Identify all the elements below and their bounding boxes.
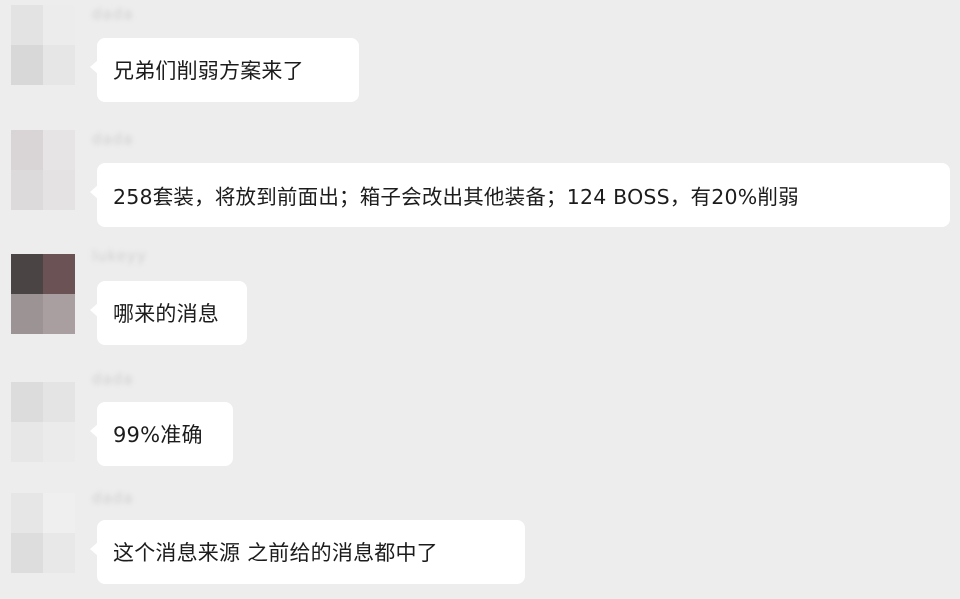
chat-message: lukeyy 哪来的消息 (0, 244, 960, 348)
avatar[interactable] (11, 254, 75, 334)
avatar-tile (43, 130, 75, 170)
chat-message: dada 兄弟们削弱方案来了 (0, 2, 960, 106)
chat-message: dada 这个消息来源 之前给的消息都中了 (0, 486, 960, 596)
message-text: 258套装，将放到前面出；箱子会改出其他装备；124 BOSS，有20%削弱 (113, 185, 799, 209)
avatar-tile (11, 493, 43, 533)
avatar[interactable] (11, 5, 75, 85)
avatar-tile (43, 382, 75, 422)
sender-name: lukeyy (92, 247, 147, 265)
sender-name: dada (92, 489, 134, 507)
avatar-tile (11, 422, 43, 462)
avatar-tile (11, 382, 43, 422)
avatar-tile (43, 5, 75, 45)
message-text: 99%准确 (113, 423, 203, 447)
avatar-tile (11, 5, 43, 45)
avatar[interactable] (11, 382, 75, 462)
avatar-tile (11, 45, 43, 85)
avatar-tile (11, 294, 43, 334)
sender-name: dada (92, 370, 134, 388)
avatar-tile (43, 45, 75, 85)
message-bubble[interactable]: 兄弟们削弱方案来了 (90, 38, 359, 102)
message-bubble[interactable]: 这个消息来源 之前给的消息都中了 (90, 520, 525, 584)
avatar-tile (11, 170, 43, 210)
message-text: 兄弟们削弱方案来了 (113, 59, 304, 83)
sender-name: dada (92, 5, 134, 23)
message-bubble[interactable]: 99%准确 (90, 402, 233, 466)
avatar-tile (11, 254, 43, 294)
avatar[interactable] (11, 493, 75, 573)
avatar-tile (43, 533, 75, 573)
avatar-tile (43, 493, 75, 533)
sender-name: dada (92, 130, 134, 148)
avatar-tile (43, 254, 75, 294)
avatar[interactable] (11, 130, 75, 210)
chat-message: dada 99%准确 (0, 367, 960, 471)
avatar-tile (11, 130, 43, 170)
avatar-tile (43, 422, 75, 462)
avatar-tile (43, 170, 75, 210)
message-text: 这个消息来源 之前给的消息都中了 (113, 541, 438, 565)
message-bubble[interactable]: 哪来的消息 (90, 281, 247, 345)
avatar-tile (43, 294, 75, 334)
message-bubble[interactable]: 258套装，将放到前面出；箱子会改出其他装备；124 BOSS，有20%削弱 (90, 163, 950, 227)
message-text: 哪来的消息 (113, 302, 219, 326)
chat-message: dada 258套装，将放到前面出；箱子会改出其他装备；124 BOSS，有20… (0, 127, 960, 231)
avatar-tile (11, 533, 43, 573)
chat-area: dada 兄弟们削弱方案来了 dada 258套装，将放到前面出；箱子会改出其他… (0, 0, 960, 599)
